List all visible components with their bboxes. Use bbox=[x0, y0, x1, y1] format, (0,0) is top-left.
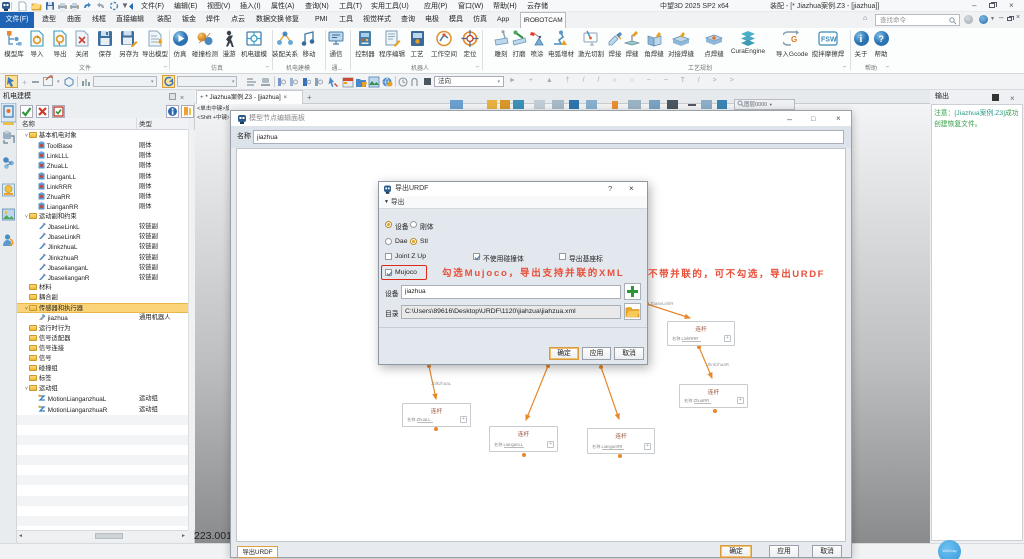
svg-text:JlinkzhuaR: JlinkzhuaR bbox=[707, 362, 730, 367]
svg-text:JblkzhuaL: JblkzhuaL bbox=[431, 381, 452, 386]
svg-text:G: G bbox=[791, 35, 797, 44]
svg-text:FSW: FSW bbox=[821, 37, 837, 44]
svg-text:JbaseLinkR: JbaseLinkR bbox=[650, 301, 674, 306]
svg-text:?: ? bbox=[878, 34, 884, 44]
